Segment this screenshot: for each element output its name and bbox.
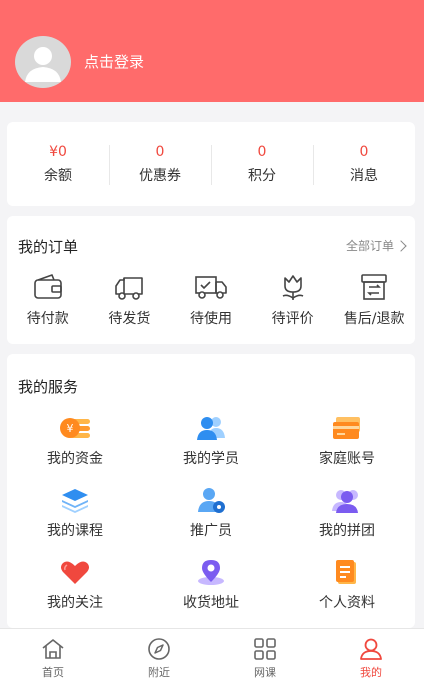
tab-nearby[interactable]: 附近 [106, 629, 212, 690]
stat-balance[interactable]: ¥0 余额 [7, 143, 109, 185]
location-icon [198, 560, 224, 585]
group-icon [332, 490, 358, 513]
svg-text:¥: ¥ [67, 422, 74, 435]
tab-label: 我的 [360, 666, 382, 679]
order-label: 待发货 [108, 311, 151, 327]
tab-online-courses[interactable]: 网课 [212, 629, 318, 690]
wallet-icon [33, 274, 62, 299]
default-avatar-icon [25, 47, 61, 82]
order-to-use[interactable]: 待使用 [170, 272, 252, 328]
service-promoter[interactable]: 推广员 [143, 486, 279, 540]
service-family-account[interactable]: 家庭账号 [279, 414, 415, 468]
avatar[interactable] [15, 36, 71, 88]
stat-value: 0 [257, 144, 267, 160]
layers-icon [62, 489, 88, 513]
user-icon [360, 638, 382, 660]
stat-label: 优惠券 [139, 168, 181, 184]
archive-box-icon [361, 274, 387, 300]
service-label: 我的拼团 [319, 523, 375, 539]
order-to-review[interactable]: 待评价 [252, 272, 334, 328]
order-label: 待使用 [189, 311, 232, 327]
service-label: 我的课程 [47, 523, 103, 539]
orders-card: 我的订单 全部订单 待付款 待发货 待使用 待评价 售后/退款 [7, 216, 415, 344]
truck-check-icon [195, 276, 227, 299]
chevron-right-icon [395, 239, 407, 252]
tab-label: 首页 [42, 666, 64, 679]
flower-icon [282, 275, 303, 300]
all-orders-label: 全部订单 [345, 239, 394, 253]
service-label: 推广员 [190, 523, 232, 539]
order-label: 售后/退款 [343, 311, 405, 327]
stat-messages[interactable]: 0 消息 [313, 143, 415, 185]
service-group-buy[interactable]: 我的拼团 [279, 486, 415, 540]
tab-mine[interactable]: 我的 [318, 629, 424, 690]
service-students[interactable]: 我的学员 [143, 414, 279, 468]
stat-points[interactable]: 0 积分 [211, 143, 313, 185]
tab-label: 附近 [148, 666, 170, 679]
order-pending-shipment[interactable]: 待发货 [89, 272, 171, 328]
order-after-sales[interactable]: 售后/退款 [333, 272, 415, 328]
service-label: 家庭账号 [319, 451, 375, 467]
account-stats: ¥0 余额 0 优惠券 0 积分 0 消息 [7, 122, 415, 206]
order-status-row: 待付款 待发货 待使用 待评价 售后/退款 [7, 272, 415, 328]
service-profile[interactable]: 个人资料 [279, 558, 415, 612]
stat-value: ¥0 [49, 144, 67, 160]
service-funds[interactable]: ¥ 我的资金 [7, 414, 143, 468]
stat-value: 0 [359, 144, 369, 160]
orders-title: 我的订单 [18, 238, 79, 256]
order-pending-payment[interactable]: 待付款 [7, 272, 89, 328]
service-label: 我的学员 [183, 451, 239, 467]
service-follows[interactable]: 我的关注 [7, 558, 143, 612]
services-grid: ¥ 我的资金 我的学员 家庭账号 我的课程 推广员 我的拼团 我的关注 收货地址… [7, 414, 415, 612]
profile-doc-icon [336, 560, 356, 584]
service-label: 我的关注 [47, 595, 103, 611]
profile-header: 点击登录 [0, 0, 424, 102]
card-icon [333, 417, 360, 439]
services-title: 我的服务 [18, 378, 79, 396]
order-label: 待评价 [271, 311, 314, 327]
stat-label: 余额 [44, 168, 72, 184]
tab-home[interactable]: 首页 [0, 629, 106, 690]
service-label: 个人资料 [319, 595, 375, 611]
compass-icon [148, 638, 170, 660]
stat-label: 积分 [248, 168, 276, 184]
heart-icon [61, 561, 89, 584]
bottom-tab-bar: 首页 附近 网课 我的 [0, 628, 424, 690]
services-card: 我的服务 ¥ 我的资金 我的学员 家庭账号 我的课程 推广员 我的拼团 我的关注… [7, 354, 415, 628]
grid-icon [254, 638, 276, 660]
service-label: 我的资金 [47, 451, 103, 467]
service-label: 收货地址 [183, 595, 239, 611]
students-icon [197, 417, 225, 440]
coins-icon: ¥ [60, 418, 90, 438]
service-address[interactable]: 收货地址 [143, 558, 279, 612]
tab-label: 网课 [254, 666, 276, 679]
truck-icon [115, 277, 144, 300]
promoter-icon [198, 488, 225, 513]
home-icon [42, 639, 64, 659]
service-courses[interactable]: 我的课程 [7, 486, 143, 540]
login-link[interactable]: 点击登录 [84, 51, 144, 72]
stat-coupons[interactable]: 0 优惠券 [109, 143, 211, 185]
stat-label: 消息 [350, 168, 378, 184]
all-orders-link[interactable]: 全部订单 [345, 237, 407, 254]
order-label: 待付款 [26, 311, 69, 327]
stat-value: 0 [155, 144, 165, 160]
